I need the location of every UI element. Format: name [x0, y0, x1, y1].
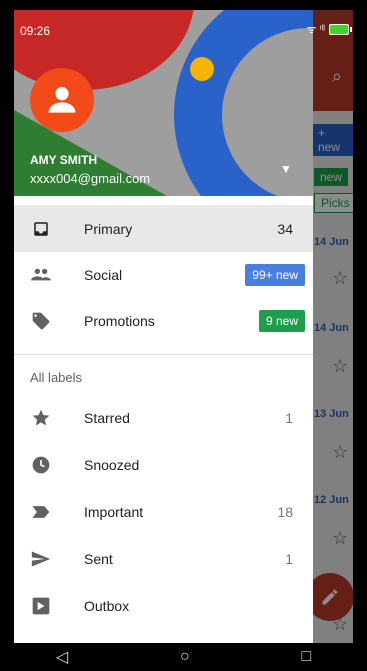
home-icon[interactable]: ○ — [180, 648, 190, 666]
section-heading: All labels — [30, 370, 83, 385]
recents-icon[interactable]: □ — [301, 648, 311, 666]
nav-item-label: Social — [84, 266, 123, 283]
label-count: 18 — [277, 503, 293, 520]
label-name: Starred — [84, 409, 130, 426]
divider — [14, 354, 313, 355]
label-item-outbox[interactable]: Outbox — [14, 582, 313, 629]
wifi-signal-icon: ᯤ ⁱˡˡ — [306, 24, 325, 36]
nav-item-primary[interactable]: Primary 34 — [14, 205, 313, 252]
account-email: xxxx004@gmail.com — [30, 171, 151, 186]
account-dropdown-icon[interactable]: ▼ — [280, 162, 292, 176]
label-name: Snoozed — [84, 456, 140, 473]
people-icon — [30, 264, 52, 286]
system-navigation-bar: ◁ ○ □ — [0, 643, 367, 671]
person-icon — [48, 87, 76, 113]
label-name: Outbox — [84, 597, 130, 614]
send-icon — [30, 548, 52, 570]
battery-icon — [329, 24, 352, 35]
label-item-important[interactable]: Important 18 — [14, 488, 313, 535]
clock: 09:26 — [20, 24, 51, 38]
label-item-sent[interactable]: Sent 1 — [14, 535, 313, 582]
label-count: 1 — [285, 550, 293, 567]
new-count-badge: 99+ new — [245, 263, 305, 286]
label-count: 1 — [285, 409, 293, 426]
important-icon — [30, 501, 52, 523]
nav-item-label: Primary — [84, 220, 133, 237]
status-bar: 09:26 ᯤ ⁱˡˡ — [14, 10, 353, 50]
label-name: Sent — [84, 550, 113, 567]
clock-icon — [30, 454, 52, 476]
label-item-starred[interactable]: Starred 1 — [14, 394, 313, 441]
new-count-badge: 9 new — [258, 309, 305, 332]
label-name: Important — [84, 503, 144, 520]
account-name: AMY SMITH — [30, 153, 98, 167]
star-icon — [30, 407, 52, 429]
back-icon[interactable]: ◁ — [56, 647, 68, 667]
label-item-snoozed[interactable]: Snoozed — [14, 441, 313, 488]
outbox-icon — [30, 595, 52, 617]
nav-item-count: 34 — [277, 220, 293, 237]
tag-icon — [30, 310, 52, 332]
screen: ⌕ + new new Picks 14 Jun ☆ 14 Jun ☆ 13 J… — [14, 10, 353, 643]
inbox-icon — [30, 218, 52, 240]
navigation-drawer: AMY SMITH xxxx004@gmail.com ▼ Primary 34… — [14, 10, 313, 643]
nav-item-promotions[interactable]: Promotions 9 new — [14, 297, 313, 344]
nav-item-label: Promotions — [84, 312, 155, 329]
nav-item-social[interactable]: Social 99+ new — [14, 251, 313, 298]
avatar[interactable] — [30, 68, 94, 132]
